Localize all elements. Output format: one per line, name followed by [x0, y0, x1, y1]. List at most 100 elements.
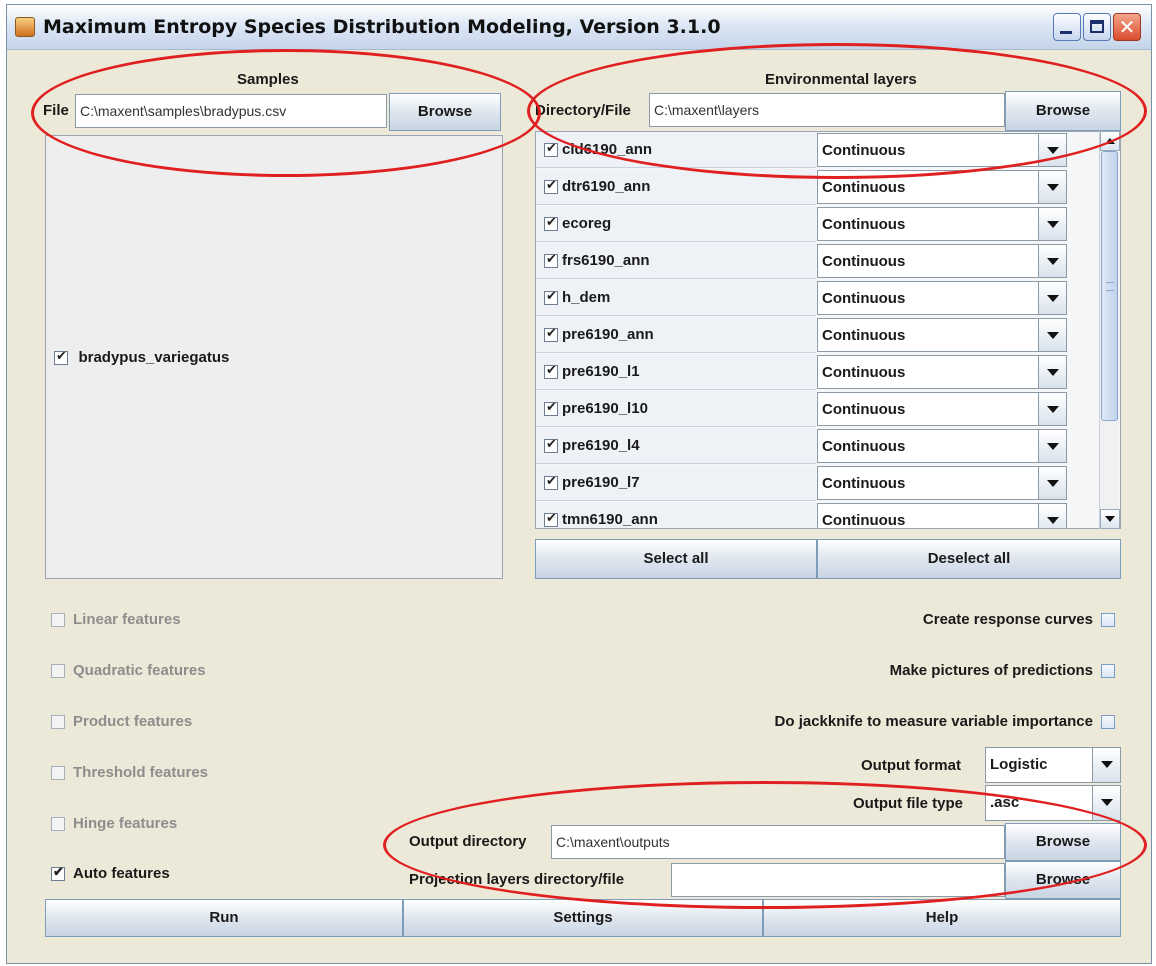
layer-type-value: Continuous: [822, 438, 906, 455]
layer-name-cell: pre6190_l10: [536, 391, 816, 427]
threshold-features-label: Threshold features: [73, 764, 209, 781]
env-layer-row: pre6190_l1 Continuous: [536, 354, 1100, 390]
scroll-down-icon[interactable]: [1100, 509, 1120, 529]
hinge-features-checkbox[interactable]: [51, 817, 65, 832]
layer-type-select[interactable]: Continuous: [817, 133, 1067, 167]
env-layers-table: cld6190_ann Continuous dtr6190_ann Conti…: [535, 131, 1121, 529]
chevron-down-icon[interactable]: [1038, 393, 1066, 425]
env-layers-scrollbar[interactable]: [1099, 131, 1120, 529]
close-button[interactable]: ✕: [1113, 13, 1141, 41]
grip-icon: [1106, 282, 1114, 291]
pictures-checkbox[interactable]: [1101, 664, 1115, 679]
product-features-checkbox[interactable]: [51, 715, 65, 730]
species-item-bradypus-variegatus[interactable]: bradypus_variegatus: [54, 348, 229, 367]
layer-checkbox[interactable]: [544, 325, 558, 342]
hinge-features-option[interactable]: Hinge features: [51, 815, 177, 832]
chevron-down-icon[interactable]: [1092, 786, 1120, 820]
species-checkbox[interactable]: [54, 348, 68, 365]
pictures-option[interactable]: Make pictures of predictions: [890, 662, 1115, 679]
chevron-down-icon[interactable]: [1038, 134, 1066, 166]
quadratic-features-option[interactable]: Quadratic features: [51, 662, 206, 679]
env-layer-row: tmn6190_ann Continuous: [536, 502, 1100, 528]
env-dir-field[interactable]: C:\maxent\layers: [649, 93, 1005, 127]
response-curves-option[interactable]: Create response curves: [923, 611, 1115, 628]
run-button[interactable]: Run: [45, 899, 403, 937]
chevron-down-icon[interactable]: [1038, 208, 1066, 240]
layer-checkbox[interactable]: [544, 177, 558, 194]
output-format-select[interactable]: Logistic: [985, 747, 1121, 783]
env-layer-row: pre6190_l7 Continuous: [536, 465, 1100, 501]
layer-checkbox[interactable]: [544, 140, 558, 157]
response-curves-checkbox[interactable]: [1101, 613, 1115, 628]
samples-heading: Samples: [237, 71, 299, 88]
quadratic-features-label: Quadratic features: [73, 662, 206, 679]
layer-type-select[interactable]: Continuous: [817, 318, 1067, 352]
layer-type-select[interactable]: Continuous: [817, 392, 1067, 426]
scroll-thumb[interactable]: [1101, 151, 1118, 421]
linear-features-option[interactable]: Linear features: [51, 611, 181, 628]
env-layer-row: pre6190_l4 Continuous: [536, 428, 1100, 464]
chevron-down-icon[interactable]: [1038, 319, 1066, 351]
species-list: bradypus_variegatus: [45, 135, 503, 579]
layer-checkbox[interactable]: [544, 251, 558, 268]
projection-label: Projection layers directory/file: [409, 871, 625, 888]
help-button[interactable]: Help: [763, 899, 1121, 937]
samples-browse-button[interactable]: Browse: [389, 93, 501, 131]
layer-checkbox[interactable]: [544, 399, 558, 416]
output-file-type-select[interactable]: .asc: [985, 785, 1121, 821]
layer-name: cld6190_ann: [562, 141, 653, 158]
layer-type-select[interactable]: Continuous: [817, 466, 1067, 500]
layer-checkbox[interactable]: [544, 436, 558, 453]
linear-features-checkbox[interactable]: [51, 613, 65, 628]
chevron-down-icon[interactable]: [1092, 748, 1120, 782]
jackknife-option[interactable]: Do jackknife to measure variable importa…: [775, 713, 1115, 730]
quadratic-features-checkbox[interactable]: [51, 664, 65, 679]
chevron-down-icon[interactable]: [1038, 282, 1066, 314]
layer-type-select[interactable]: Continuous: [817, 429, 1067, 463]
layer-type-value: Continuous: [822, 253, 906, 270]
jackknife-checkbox[interactable]: [1101, 715, 1115, 730]
layer-checkbox[interactable]: [544, 510, 558, 527]
layer-name-cell: ecoreg: [536, 206, 816, 242]
layer-type-select[interactable]: Continuous: [817, 503, 1067, 528]
output-format-label: Output format: [861, 757, 961, 774]
output-browse-button[interactable]: Browse: [1005, 823, 1121, 861]
scroll-up-icon[interactable]: [1100, 131, 1120, 151]
chevron-down-icon[interactable]: [1038, 467, 1066, 499]
auto-features-option[interactable]: Auto features: [51, 864, 170, 882]
layer-name-cell: h_dem: [536, 280, 816, 316]
layer-type-select[interactable]: Continuous: [817, 207, 1067, 241]
layer-checkbox[interactable]: [544, 214, 558, 231]
output-directory-field[interactable]: C:\maxent\outputs: [551, 825, 1005, 859]
env-browse-button[interactable]: Browse: [1005, 91, 1121, 131]
pictures-label: Make pictures of predictions: [889, 662, 1093, 679]
chevron-down-icon[interactable]: [1038, 430, 1066, 462]
samples-file-field[interactable]: C:\maxent\samples\bradypus.csv: [75, 94, 387, 128]
title-bar: Maximum Entropy Species Distribution Mod…: [7, 5, 1151, 50]
layer-type-select[interactable]: Continuous: [817, 355, 1067, 389]
settings-button[interactable]: Settings: [403, 899, 763, 937]
java-app-icon: [15, 17, 35, 37]
minimize-button[interactable]: [1053, 13, 1081, 41]
layer-type-select[interactable]: Continuous: [817, 281, 1067, 315]
auto-features-label: Auto features: [73, 865, 170, 882]
auto-features-checkbox[interactable]: [51, 864, 65, 882]
layer-type-select[interactable]: Continuous: [817, 170, 1067, 204]
chevron-down-icon[interactable]: [1038, 356, 1066, 388]
select-all-button[interactable]: Select all: [535, 539, 817, 579]
layer-name-cell: dtr6190_ann: [536, 169, 816, 205]
projection-browse-button[interactable]: Browse: [1005, 861, 1121, 899]
chevron-down-icon[interactable]: [1038, 245, 1066, 277]
chevron-down-icon[interactable]: [1038, 504, 1066, 528]
layer-checkbox[interactable]: [544, 473, 558, 490]
threshold-features-option[interactable]: Threshold features: [51, 764, 208, 781]
chevron-down-icon[interactable]: [1038, 171, 1066, 203]
layer-checkbox[interactable]: [544, 362, 558, 379]
product-features-option[interactable]: Product features: [51, 713, 192, 730]
projection-field[interactable]: [671, 863, 1005, 897]
maximize-button[interactable]: [1083, 13, 1111, 41]
deselect-all-button[interactable]: Deselect all: [817, 539, 1121, 579]
layer-type-select[interactable]: Continuous: [817, 244, 1067, 278]
layer-checkbox[interactable]: [544, 288, 558, 305]
threshold-features-checkbox[interactable]: [51, 766, 65, 781]
